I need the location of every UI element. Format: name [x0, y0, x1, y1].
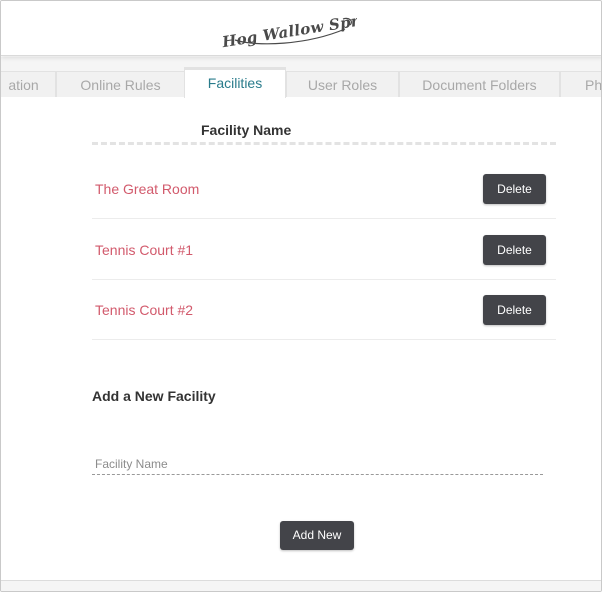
logo-icon: Hog Wallow Springs: [220, 7, 357, 51]
facility-row: Tennis Court #1 Delete: [92, 220, 556, 280]
facility-name-link[interactable]: The Great Room: [95, 181, 199, 197]
delete-button[interactable]: Delete: [483, 235, 546, 265]
add-facility-title: Add a New Facility: [92, 388, 216, 404]
delete-button[interactable]: Delete: [483, 295, 546, 325]
tab-bar: ation Online Rules Facilities User Roles…: [1, 57, 601, 98]
add-new-button[interactable]: Add New: [280, 521, 354, 550]
brand-logo[interactable]: Hog Wallow Springs: [217, 7, 357, 51]
tab-document-folders[interactable]: Document Folders: [399, 71, 560, 97]
tab-photos[interactable]: Pho: [560, 71, 601, 97]
facility-row: The Great Room Delete: [92, 159, 556, 219]
facility-name-input[interactable]: [92, 447, 543, 475]
delete-button[interactable]: Delete: [483, 174, 546, 204]
facility-row: Tennis Court #2 Delete: [92, 280, 556, 340]
tab-information[interactable]: ation: [1, 71, 56, 97]
header: Hog Wallow Springs: [1, 1, 601, 56]
tab-user-roles[interactable]: User Roles: [286, 71, 399, 97]
header-divider: [92, 142, 556, 145]
facility-name-link[interactable]: Tennis Court #2: [95, 302, 193, 318]
tab-facilities[interactable]: Facilities: [184, 67, 286, 98]
column-header-facility-name: Facility Name: [201, 122, 292, 138]
tab-online-rules[interactable]: Online Rules: [56, 71, 185, 97]
footer-band: [1, 580, 601, 591]
facilities-panel: Facility Name The Great Room Delete Tenn…: [1, 97, 601, 581]
facility-name-link[interactable]: Tennis Court #1: [95, 242, 193, 258]
logo-text: Hog Wallow Springs: [220, 7, 357, 51]
app-window: Hog Wallow Springs ation Online Rules Fa…: [0, 0, 602, 592]
